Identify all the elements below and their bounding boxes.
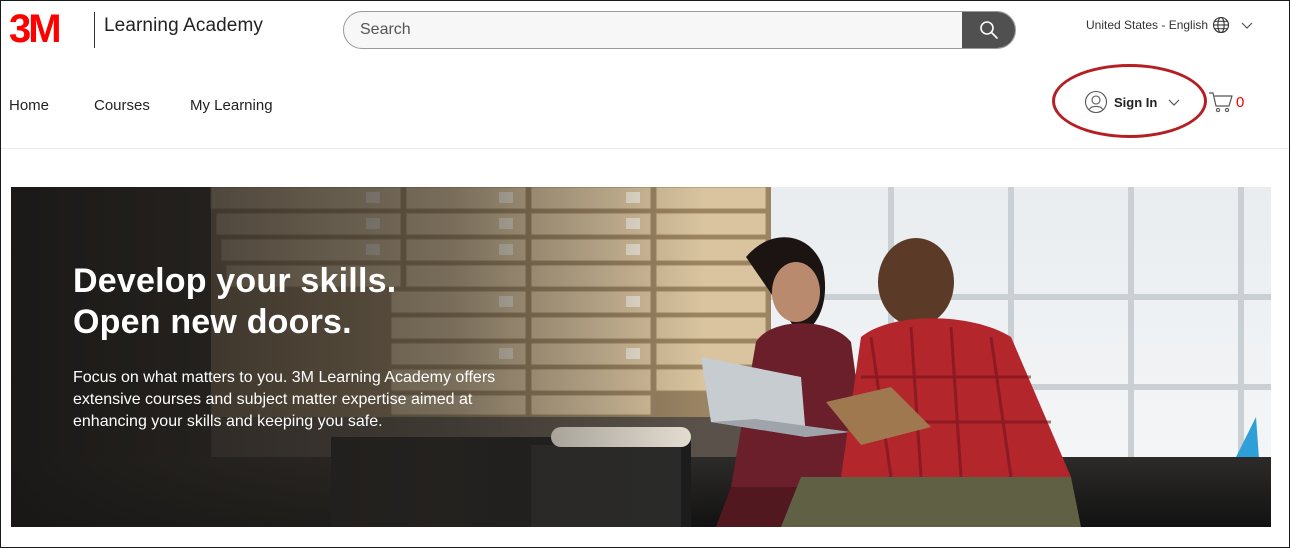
nav-courses[interactable]: Courses bbox=[94, 97, 150, 114]
globe-icon bbox=[1213, 16, 1230, 34]
brand-title[interactable]: Learning Academy bbox=[104, 15, 263, 37]
hero-title-line-1: Develop your skills. bbox=[73, 262, 397, 300]
cart-button[interactable]: 0 bbox=[1208, 90, 1244, 114]
hero-description: Focus on what matters to you. 3M Learnin… bbox=[73, 369, 496, 430]
locale-selector[interactable]: United States - English bbox=[1086, 16, 1254, 34]
search-button[interactable] bbox=[962, 12, 1015, 48]
hero-title-line-2: Open new doors. bbox=[73, 303, 352, 341]
search-icon bbox=[980, 21, 998, 39]
logo-text: 3M bbox=[9, 7, 62, 51]
search-input[interactable] bbox=[344, 12, 962, 48]
hero-banner: Develop your skills. Open new doors. Foc… bbox=[11, 187, 1271, 527]
user-icon bbox=[1084, 90, 1108, 114]
sign-in-label: Sign In bbox=[1114, 94, 1158, 110]
chevron-down-icon bbox=[1241, 22, 1253, 29]
nav-home[interactable]: Home bbox=[9, 97, 49, 114]
cart-count: 0 bbox=[1236, 93, 1245, 111]
sign-in-button[interactable]: Sign In bbox=[1084, 89, 1181, 115]
header-separator bbox=[1, 148, 1289, 149]
chevron-down-icon bbox=[1168, 99, 1180, 106]
page-frame: 3M Learning Academy United States - Engl… bbox=[0, 0, 1290, 548]
header-divider bbox=[94, 12, 95, 48]
hero-background-image bbox=[11, 187, 1271, 527]
brand-logo[interactable]: 3M bbox=[9, 7, 81, 51]
search-bar bbox=[343, 11, 1016, 49]
cart-icon bbox=[1209, 92, 1233, 113]
nav-my-learning[interactable]: My Learning bbox=[190, 97, 273, 114]
hero-title: Develop your skills. Open new doors. bbox=[73, 261, 396, 343]
locale-label: United States - English bbox=[1086, 18, 1209, 32]
